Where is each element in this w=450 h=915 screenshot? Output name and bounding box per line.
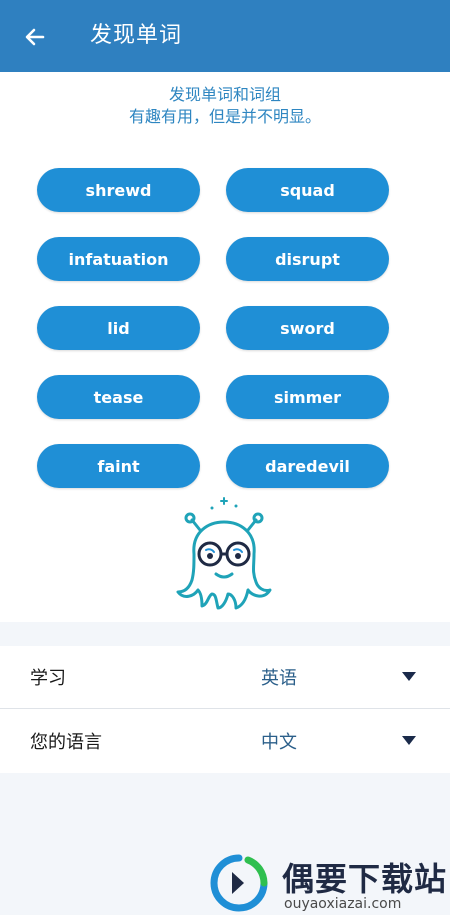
octopus-mascot-icon	[176, 497, 272, 610]
intro-line-1: 发现单词和词组	[168, 85, 281, 104]
caret-down-icon[interactable]	[402, 672, 416, 681]
caret-down-icon[interactable]	[402, 736, 416, 745]
your-language-label: 您的语言	[30, 732, 102, 753]
learn-language-row[interactable]: 学习 英语	[0, 646, 450, 709]
word-chip-daredevil[interactable]: daredevil	[226, 444, 389, 488]
watermark-title: 偶要下载站	[282, 860, 448, 898]
word-chip-squad[interactable]: squad	[226, 168, 389, 212]
your-language-value: 中文	[261, 732, 297, 753]
word-chip-tease[interactable]: tease	[37, 375, 200, 419]
watermark-logo-icon	[210, 854, 268, 912]
word-chip-sword[interactable]: sword	[226, 306, 389, 350]
arrow-left-icon	[25, 28, 45, 46]
word-chip-simmer[interactable]: simmer	[226, 375, 389, 419]
intro-text: 发现单词和词组 有趣有用，但是并不明显。	[0, 84, 450, 128]
intro-line-2: 有趣有用，但是并不明显。	[128, 107, 321, 126]
section-spacer	[0, 622, 450, 646]
word-chip-infatuation[interactable]: infatuation	[37, 237, 200, 281]
learn-language-value: 英语	[261, 668, 297, 689]
learn-language-label: 学习	[30, 668, 66, 689]
site-watermark: 偶要下载站 ouyaoxiazai.com	[210, 848, 450, 915]
back-button[interactable]	[20, 22, 50, 52]
page-title: 发现单词	[90, 23, 183, 48]
your-language-row[interactable]: 您的语言 中文	[0, 710, 450, 772]
word-chip-shrewd[interactable]: shrewd	[37, 168, 200, 212]
word-chip-lid[interactable]: lid	[37, 306, 200, 350]
word-grid: shrewd squad infatuation disrupt lid swo…	[37, 168, 389, 488]
watermark-url: ouyaoxiazai.com	[284, 896, 402, 912]
word-chip-faint[interactable]: faint	[37, 444, 200, 488]
word-chip-disrupt[interactable]: disrupt	[226, 237, 389, 281]
app-bar: 发现单词	[0, 0, 450, 72]
